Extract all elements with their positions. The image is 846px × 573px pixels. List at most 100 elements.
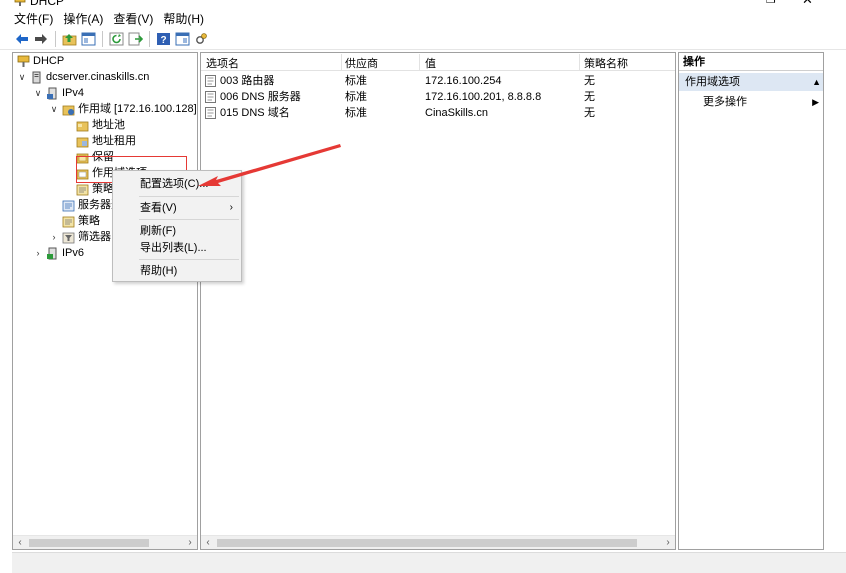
tree-item-policies[interactable]: 策略 — [62, 213, 100, 229]
menu-help[interactable]: 帮助(H) — [163, 10, 204, 28]
submenu-arrow-icon: ▶ — [812, 97, 819, 107]
tree-item-server[interactable]: ∨ dcserver.cinaskills.cn — [17, 69, 149, 85]
filter-icon — [62, 232, 75, 243]
back-arrow-icon[interactable] — [14, 31, 30, 47]
collapse-up-icon[interactable]: ▲ — [812, 73, 821, 91]
dhcp-app-icon — [14, 0, 26, 6]
column-header-value[interactable]: 值 — [425, 55, 436, 71]
scroll-thumb[interactable] — [217, 539, 637, 547]
refresh-icon[interactable] — [108, 31, 124, 47]
tree-item-filters[interactable]: › 筛选器 — [49, 229, 112, 245]
forward-arrow-icon[interactable] — [33, 31, 49, 47]
toolbar: ? — [0, 28, 846, 50]
option-value: 172.16.100.254 — [425, 75, 502, 87]
tree-item-ipv4[interactable]: ∨ IPv4 — [33, 85, 84, 101]
scroll-left-icon[interactable]: ‹ — [201, 536, 215, 549]
policy-icon — [62, 216, 75, 227]
export-list-icon[interactable] — [127, 31, 143, 47]
option-item-icon — [205, 107, 216, 119]
annotation-arrow-icon — [198, 144, 341, 186]
context-item-help[interactable]: 帮助(H) — [113, 262, 241, 280]
chevron-right-icon[interactable]: › — [49, 229, 59, 245]
column-divider[interactable] — [579, 54, 580, 70]
actions-pane: 操作 作用域选项 ▲ 更多操作 ▶ — [678, 52, 824, 550]
dhcp-root-icon — [17, 55, 30, 67]
context-item-refresh[interactable]: 刷新(F) — [113, 222, 241, 240]
column-header-option-name[interactable]: 选项名 — [206, 55, 239, 71]
scope-folder-icon — [62, 105, 75, 115]
ipv6-icon — [47, 247, 57, 259]
tree-item-scope[interactable]: ∨ 作用域 [172.16.100.128] C — [49, 101, 197, 117]
tree-item-dhcp[interactable]: DHCP — [17, 53, 64, 69]
menu-view[interactable]: 查看(V) — [113, 10, 153, 28]
folder-icon — [76, 121, 89, 131]
help-icon[interactable]: ? — [155, 31, 171, 47]
menu-bar: 文件(F) 操作(A) 查看(V) 帮助(H) — [0, 10, 846, 28]
option-value: 172.16.100.201, 8.8.8.8 — [425, 91, 542, 103]
column-header-policy-name[interactable]: 策略名称 — [584, 55, 628, 71]
option-policy: 无 — [584, 107, 595, 119]
scroll-thumb[interactable] — [29, 539, 149, 547]
scroll-left-icon[interactable]: ‹ — [13, 536, 27, 549]
table-row[interactable]: 006 DNS 服务器 标准 172.16.100.201, 8.8.8.8 无 — [201, 89, 675, 105]
context-item-view[interactable]: 查看(V) › — [113, 199, 241, 217]
list-horizontal-scrollbar[interactable]: ‹ › — [201, 535, 675, 549]
option-name: 006 DNS 服务器 — [220, 91, 301, 103]
tree-horizontal-scrollbar[interactable]: ‹ › — [13, 535, 197, 549]
submenu-arrow-icon: › — [229, 202, 233, 213]
folder-icon — [76, 137, 89, 147]
toolbar-separator — [55, 30, 56, 47]
column-divider[interactable] — [341, 54, 342, 70]
server-icon — [32, 71, 41, 83]
tree-item-address-leases[interactable]: 地址租用 — [76, 133, 136, 149]
chevron-down-icon[interactable]: ∨ — [17, 69, 27, 85]
policy-icon — [76, 184, 89, 195]
show-hide-action-icon[interactable] — [174, 31, 190, 47]
console-tree[interactable]: DHCP ∨ dcserver.cinaskills.cn ∨ IPv4 ∨ 作… — [12, 52, 198, 550]
option-policy: 无 — [584, 91, 595, 103]
more-actions-label: 更多操作 — [703, 96, 747, 108]
option-policy: 无 — [584, 75, 595, 87]
option-item-icon — [205, 75, 216, 87]
options-list[interactable]: 选项名 供应商 值 策略名称 003 路由器 标准 172.16.100.254… — [200, 52, 676, 550]
option-name: 003 路由器 — [220, 75, 275, 87]
menu-file[interactable]: 文件(F) — [14, 10, 53, 28]
option-vendor: 标准 — [345, 75, 367, 87]
actions-section-label: 作用域选项 — [685, 76, 740, 88]
close-button[interactable]: ✕ — [802, 0, 813, 8]
table-row[interactable]: 003 路由器 标准 172.16.100.254 无 — [201, 73, 675, 89]
scroll-right-icon[interactable]: › — [661, 536, 675, 549]
window-title: DHCP — [30, 0, 65, 8]
list-header: 选项名 供应商 值 策略名称 — [201, 53, 675, 71]
column-divider[interactable] — [419, 54, 420, 70]
svg-text:?: ? — [160, 35, 166, 46]
tree-item-address-pool[interactable]: 地址池 — [76, 117, 125, 133]
menu-separator — [139, 219, 239, 220]
actions-header: 操作 — [679, 53, 823, 71]
title-bar: DHCP ❐ ✕ — [0, 0, 846, 10]
scroll-right-icon[interactable]: › — [183, 536, 197, 549]
chevron-down-icon[interactable]: ∨ — [49, 101, 59, 117]
dhcp-options-icon[interactable] — [193, 31, 209, 47]
menu-separator — [139, 259, 239, 260]
menu-action[interactable]: 操作(A) — [63, 10, 103, 28]
chevron-right-icon[interactable]: › — [33, 245, 43, 261]
ipv4-icon — [47, 87, 57, 99]
option-name: 015 DNS 域名 — [220, 107, 290, 119]
option-value: CinaSkills.cn — [425, 107, 488, 119]
more-actions-item[interactable]: 更多操作 ▶ — [679, 93, 823, 111]
table-row[interactable]: 015 DNS 域名 标准 CinaSkills.cn 无 — [201, 105, 675, 121]
column-header-vendor[interactable]: 供应商 — [345, 55, 378, 71]
server-options-icon — [62, 200, 75, 211]
option-item-icon — [205, 91, 216, 103]
toolbar-separator — [102, 30, 103, 47]
tree-item-scope-policies[interactable]: 策略 — [76, 181, 114, 197]
tree-item-ipv6[interactable]: › IPv6 — [33, 245, 84, 261]
up-folder-icon[interactable] — [61, 31, 77, 47]
show-hide-tree-icon[interactable] — [80, 31, 96, 47]
restore-button[interactable]: ❐ — [766, 0, 776, 6]
actions-section-scope-options[interactable]: 作用域选项 ▲ — [679, 73, 823, 91]
chevron-down-icon[interactable]: ∨ — [33, 85, 43, 101]
context-item-export-list[interactable]: 导出列表(L)... — [113, 239, 241, 257]
toolbar-separator — [149, 30, 150, 47]
